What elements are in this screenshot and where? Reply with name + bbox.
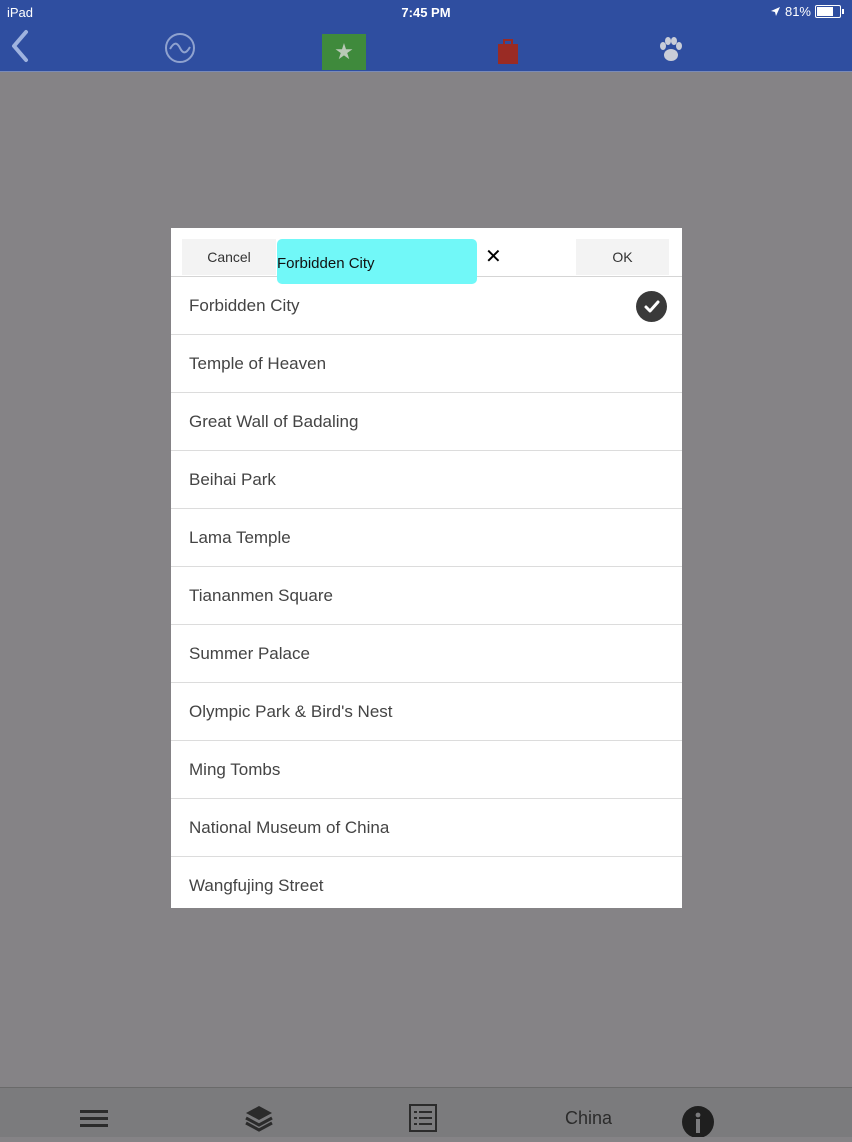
battery-tip — [842, 9, 844, 14]
list-item[interactable]: National Museum of China — [171, 799, 682, 857]
star-icon: ★ — [334, 39, 354, 64]
layers-icon — [245, 1106, 273, 1132]
list-item-label: Wangfujing Street — [189, 875, 324, 895]
list-item[interactable]: Summer Palace — [171, 625, 682, 683]
list-item-label: Great Wall of Badaling — [189, 411, 359, 431]
info-button[interactable] — [682, 1106, 714, 1142]
wave-button[interactable] — [164, 32, 196, 69]
list-item[interactable]: Lama Temple — [171, 509, 682, 567]
region-label[interactable]: China — [565, 1108, 612, 1129]
list-item[interactable]: Great Wall of Badaling — [171, 393, 682, 451]
location-arrow-icon — [770, 7, 780, 16]
wave-icon — [165, 33, 195, 63]
battery-percent: 81% — [784, 4, 811, 19]
list-item-label: Forbidden City — [189, 295, 300, 315]
status-right: 81% — [770, 4, 844, 19]
list-item[interactable]: Wangfujing Street — [171, 857, 682, 908]
picker-dialog: Cancel Forbidden City ✕ OK Forbidden Cit… — [171, 228, 682, 908]
checkmark-icon — [636, 291, 667, 322]
menu-icon — [80, 1110, 108, 1127]
list-item[interactable]: Ming Tombs — [171, 741, 682, 799]
cancel-button[interactable]: Cancel — [182, 239, 276, 275]
info-icon — [682, 1106, 714, 1138]
list-item-label: Olympic Park & Bird's Nest — [189, 701, 393, 721]
top-bar: iPad 7:45 PM 81% ★ — [0, 0, 852, 72]
menu-button[interactable] — [80, 1108, 108, 1135]
bottom-toolbar: China — [0, 1087, 852, 1138]
paw-icon — [660, 37, 682, 61]
search-input-value: Forbidden City — [277, 255, 375, 272]
list-item[interactable]: Olympic Park & Bird's Nest — [171, 683, 682, 741]
list-item-label: Tiananmen Square — [189, 585, 333, 605]
back-button[interactable] — [8, 28, 30, 69]
dialog-header: Cancel Forbidden City ✕ OK — [171, 228, 682, 284]
list-item-label: Ming Tombs — [189, 759, 281, 779]
status-bar: iPad 7:45 PM 81% — [0, 0, 852, 24]
bag-icon — [498, 39, 518, 64]
back-icon — [12, 30, 28, 62]
list-item-label: Summer Palace — [189, 643, 310, 663]
paw-button[interactable] — [656, 34, 686, 69]
list-button[interactable] — [409, 1104, 437, 1137]
battery-icon — [815, 5, 841, 18]
nav-bar: ★ — [0, 24, 852, 71]
place-list: Forbidden City Temple of Heaven Great Wa… — [171, 277, 682, 908]
list-item-label: Beihai Park — [189, 469, 276, 489]
list-icon — [409, 1104, 437, 1132]
list-item[interactable]: Beihai Park — [171, 451, 682, 509]
ok-button[interactable]: OK — [576, 239, 669, 275]
list-item[interactable]: Temple of Heaven — [171, 335, 682, 393]
list-item-label: Temple of Heaven — [189, 353, 327, 373]
list-item-label: National Museum of China — [189, 817, 390, 837]
status-time: 7:45 PM — [401, 5, 451, 20]
list-item-label: Lama Temple — [189, 527, 291, 547]
clear-search-button[interactable]: ✕ — [485, 244, 502, 269]
list-item[interactable]: Tiananmen Square — [171, 567, 682, 625]
star-button[interactable]: ★ — [322, 34, 366, 70]
list-item[interactable]: Forbidden City — [171, 277, 682, 335]
bag-button[interactable] — [496, 36, 520, 71]
layers-button[interactable] — [244, 1104, 274, 1137]
close-icon: ✕ — [485, 246, 502, 268]
